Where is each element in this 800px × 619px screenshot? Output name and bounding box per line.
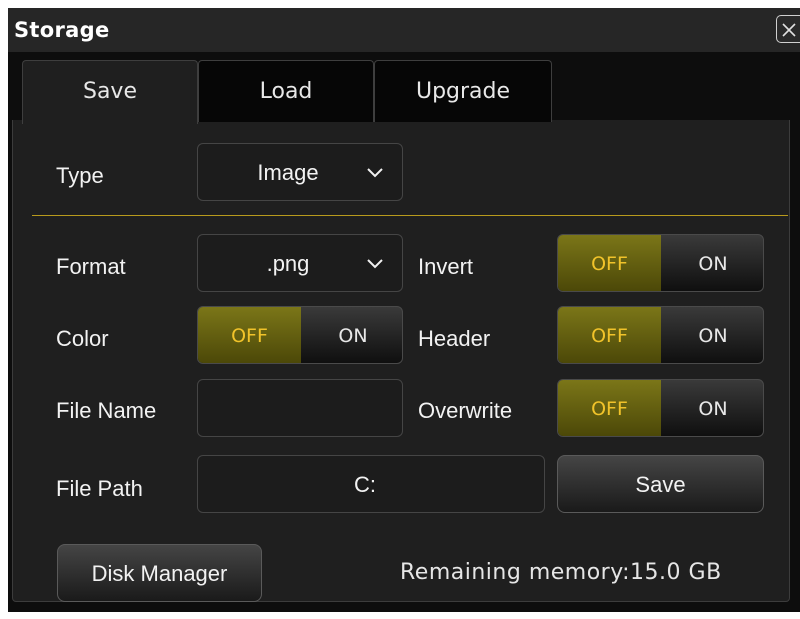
file-name-input[interactable] bbox=[197, 379, 403, 437]
color-off-option[interactable]: OFF bbox=[198, 307, 301, 363]
overwrite-toggle[interactable]: OFF ON bbox=[557, 379, 764, 437]
separator-line bbox=[32, 215, 788, 216]
chevron-down-icon bbox=[367, 259, 383, 269]
remaining-memory-text: Remaining memory:15.0 GB bbox=[400, 560, 722, 585]
tab-load[interactable]: Load bbox=[198, 60, 374, 122]
file-path-label: File Path bbox=[56, 476, 143, 501]
type-select[interactable]: Image bbox=[197, 143, 403, 201]
format-select[interactable]: .png bbox=[197, 234, 403, 292]
format-label: Format bbox=[56, 254, 126, 279]
dialog-title: Storage bbox=[14, 18, 110, 42]
color-label: Color bbox=[56, 326, 109, 351]
save-button[interactable]: Save bbox=[557, 455, 764, 513]
overwrite-off-option[interactable]: OFF bbox=[558, 380, 661, 436]
invert-toggle[interactable]: OFF ON bbox=[557, 234, 764, 292]
header-toggle[interactable]: OFF ON bbox=[557, 306, 764, 364]
close-icon bbox=[782, 23, 796, 37]
invert-label: Invert bbox=[418, 254, 474, 279]
file-path-value: C: bbox=[354, 472, 376, 497]
file-name-label: File Name bbox=[56, 398, 157, 423]
close-button[interactable] bbox=[776, 15, 800, 43]
file-path-field[interactable]: C: bbox=[197, 455, 545, 513]
disk-manager-button[interactable]: Disk Manager bbox=[57, 544, 262, 602]
tab-upgrade[interactable]: Upgrade bbox=[374, 60, 552, 122]
header-off-option[interactable]: OFF bbox=[558, 307, 661, 363]
header-label: Header bbox=[418, 326, 491, 351]
overwrite-label: Overwrite bbox=[418, 398, 513, 423]
type-label: Type bbox=[56, 163, 104, 188]
tab-save[interactable]: Save bbox=[22, 60, 198, 124]
overwrite-on-option[interactable]: ON bbox=[661, 380, 763, 436]
invert-on-option[interactable]: ON bbox=[661, 235, 763, 291]
color-toggle[interactable]: OFF ON bbox=[197, 306, 403, 364]
header-on-option[interactable]: ON bbox=[661, 307, 763, 363]
color-on-option[interactable]: ON bbox=[301, 307, 402, 363]
invert-off-option[interactable]: OFF bbox=[558, 235, 661, 291]
title-bar: Storage bbox=[8, 8, 800, 52]
chevron-down-icon bbox=[367, 168, 383, 178]
